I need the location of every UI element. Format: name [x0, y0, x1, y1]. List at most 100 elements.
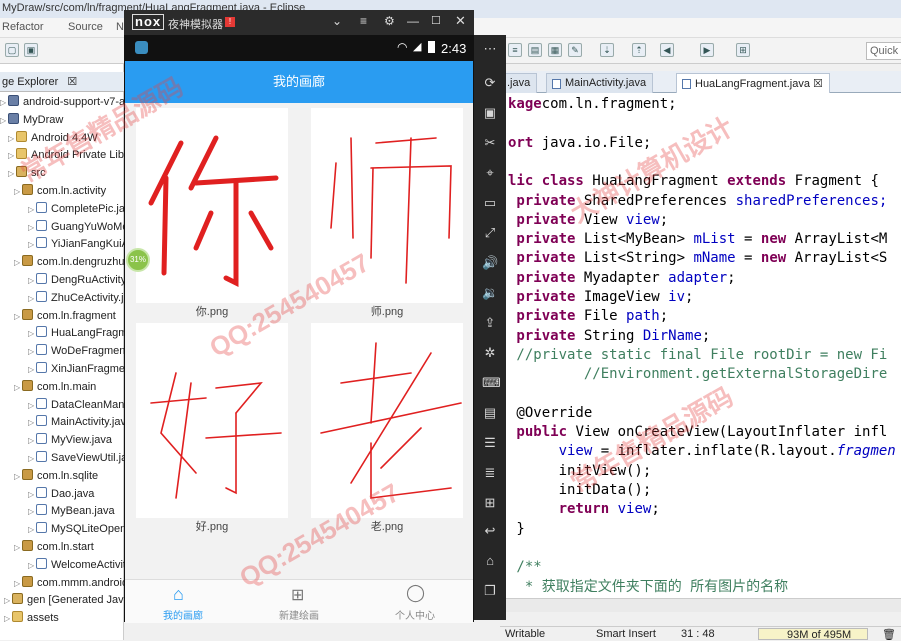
- new-icon[interactable]: ▢: [5, 43, 19, 57]
- minimize-icon[interactable]: —: [407, 14, 419, 28]
- expand-icon[interactable]: ▷: [28, 397, 36, 414]
- tree-item[interactable]: ▷ android-support-v7-appc: [0, 94, 143, 111]
- expand-icon[interactable]: ▷: [14, 379, 22, 396]
- tree-item[interactable]: ▷ WelcomeActivit: [28, 557, 126, 574]
- expand-icon[interactable]: ▷: [0, 112, 8, 129]
- code-line[interactable]: }: [508, 520, 524, 539]
- tree-item[interactable]: ▷ DengRuActivity.j: [28, 272, 131, 289]
- close-icon[interactable]: ☒: [813, 78, 823, 90]
- list-icon[interactable]: ≣: [482, 465, 498, 481]
- expand-icon[interactable]: ▷: [4, 592, 12, 609]
- tree-item[interactable]: ▷ ZhuCeActivity.jav: [28, 290, 135, 307]
- menu-item-navigate[interactable]: N: [116, 21, 124, 33]
- nav-my-gallery[interactable]: ⌂ 我的画廊: [125, 580, 241, 624]
- back-icon[interactable]: ◀: [660, 43, 674, 57]
- tree-item[interactable]: ▷ MainActivity.java: [28, 414, 132, 431]
- code-line[interactable]: private List<String> mName = new ArrayLi…: [508, 249, 887, 268]
- editor-horizontal-scrollbar[interactable]: [500, 598, 901, 612]
- expand-icon[interactable]: ▷: [8, 147, 16, 164]
- menu-item-refactor[interactable]: Refactor: [2, 21, 44, 33]
- back-icon[interactable]: ↩: [482, 523, 498, 539]
- tab-hualangfragment[interactable]: HuaLangFragment.java ☒: [676, 73, 830, 93]
- nav-new-drawing[interactable]: ⊞ 新建绘画: [241, 580, 357, 624]
- code-line[interactable]: kagecom.ln.fragment;: [508, 95, 677, 114]
- add-icon[interactable]: ⊞: [482, 495, 498, 511]
- code-line[interactable]: //Environment.getExternalStorageDire: [508, 365, 887, 384]
- keyboard-icon[interactable]: ▭: [482, 195, 498, 211]
- rotate-icon[interactable]: ⟳: [482, 75, 498, 91]
- gear-icon[interactable]: ⚙: [384, 14, 395, 28]
- save-icon[interactable]: ▣: [24, 43, 38, 57]
- tab-mainactivity[interactable]: MainActivity.java: [546, 73, 654, 93]
- code-line[interactable]: @Override: [508, 404, 592, 423]
- code-line[interactable]: private File path;: [508, 307, 668, 326]
- expand-icon[interactable]: ▷: [28, 325, 36, 342]
- tree-item[interactable]: ▷ com.mmm.android: [14, 575, 128, 592]
- expand-icon[interactable]: ▷: [28, 361, 36, 378]
- tree-item[interactable]: ▷ com.ln.sqlite: [14, 468, 98, 485]
- code-line[interactable]: public View onCreateView(LayoutInflater …: [508, 423, 887, 442]
- gallery-image-lao[interactable]: [311, 323, 463, 518]
- expand-icon[interactable]: ▷: [14, 183, 22, 200]
- prev-annotation-icon[interactable]: ⇡: [632, 43, 646, 57]
- tree-item[interactable]: ▷ MyBean.java: [28, 503, 115, 520]
- tree-item[interactable]: ▷ Android Private Librar: [8, 147, 137, 164]
- toggle-icon[interactable]: ≡: [508, 43, 522, 57]
- outline-icon[interactable]: ▤: [528, 43, 542, 57]
- close-icon[interactable]: ✕: [455, 13, 466, 29]
- code-line[interactable]: lic class HuaLangFragment extends Fragme…: [508, 172, 879, 191]
- expand-icon[interactable]: ▷: [28, 414, 36, 431]
- tree-item[interactable]: ▷ com.ln.fragment: [14, 308, 116, 325]
- menu-icon[interactable]: ≡: [360, 14, 367, 28]
- nav-profile[interactable]: ◯ 个人中心: [357, 580, 473, 624]
- maximize-icon[interactable]: ☐: [431, 14, 441, 27]
- expand-icon[interactable]: ▷: [28, 201, 36, 218]
- tree-item[interactable]: ▷ SaveViewUtil.jav: [28, 450, 133, 467]
- code-line[interactable]: initView();: [508, 462, 652, 481]
- status-heap[interactable]: 93M of 495M: [758, 628, 868, 641]
- expand-icon[interactable]: ▷: [4, 610, 12, 627]
- tree-item[interactable]: ▷ YiJianFangKuiAc: [28, 236, 134, 253]
- tree-item[interactable]: ▷ src: [8, 165, 46, 182]
- tree-item[interactable]: ▷ DataCleanMana: [28, 397, 131, 414]
- expand-icon[interactable]: ▷: [28, 343, 36, 360]
- tree-item[interactable]: ▷ gen [Generated Java F: [4, 592, 140, 609]
- tree-item[interactable]: ▷ XinJianFragmen: [28, 361, 131, 378]
- expand-icon[interactable]: ▷: [28, 272, 36, 289]
- volume-up-icon[interactable]: 🔊: [482, 255, 498, 271]
- recent-apps-icon[interactable]: ❐: [482, 583, 498, 599]
- expand-icon[interactable]: ▷: [14, 575, 22, 592]
- expand-icon[interactable]: ▷: [28, 236, 36, 253]
- tree-item[interactable]: ▷ Dao.java: [28, 486, 94, 503]
- code-line[interactable]: private SharedPreferences sharedPreferen…: [508, 192, 887, 211]
- code-line[interactable]: private Myadapter adapter;: [508, 269, 735, 288]
- scissors-icon[interactable]: ✂: [482, 135, 498, 151]
- expand-icon[interactable]: ▷: [28, 432, 36, 449]
- next-annotation-icon[interactable]: ⇣: [600, 43, 614, 57]
- expand-icon[interactable]: ▷: [28, 557, 36, 574]
- code-line[interactable]: * 获取指定文件夹下面的 所有图片的名称: [508, 578, 788, 597]
- forward-icon[interactable]: ▶: [700, 43, 714, 57]
- code-line[interactable]: ort java.io.File;: [508, 134, 651, 153]
- close-icon[interactable]: ☒: [67, 76, 77, 88]
- expand-icon[interactable]: ▷: [14, 468, 22, 485]
- code-line[interactable]: //private static final File rootDir = ne…: [508, 346, 887, 365]
- macro-icon[interactable]: ⌨: [482, 375, 501, 391]
- tree-item[interactable]: ▷ WoDeFragment: [28, 343, 128, 360]
- tree-item[interactable]: ▷ CompletePic.java: [28, 201, 137, 218]
- shake-icon[interactable]: ✲: [482, 345, 498, 361]
- expand-icon[interactable]: ▷: [28, 290, 36, 307]
- code-line[interactable]: private ImageView iv;: [508, 288, 693, 307]
- tree-item[interactable]: ▷ Android 4.4W: [8, 130, 98, 147]
- code-line[interactable]: /**: [508, 558, 541, 577]
- tree-item[interactable]: ▷ MyDraw: [0, 112, 63, 129]
- tree-item[interactable]: ▷ MyView.java: [28, 432, 112, 449]
- fullscreen-icon[interactable]: ⤢: [482, 225, 498, 241]
- expand-icon[interactable]: ▷: [14, 254, 22, 271]
- tree-item[interactable]: ▷ com.ln.start: [14, 539, 94, 556]
- screenshot-icon[interactable]: ▤: [482, 405, 498, 421]
- code-line[interactable]: private String DirName;: [508, 327, 710, 346]
- mark-icon[interactable]: ▦: [548, 43, 562, 57]
- tree-item[interactable]: ▷ com.ln.main: [14, 379, 96, 396]
- tree-item[interactable]: ▷ GuangYuWoMe: [28, 219, 128, 236]
